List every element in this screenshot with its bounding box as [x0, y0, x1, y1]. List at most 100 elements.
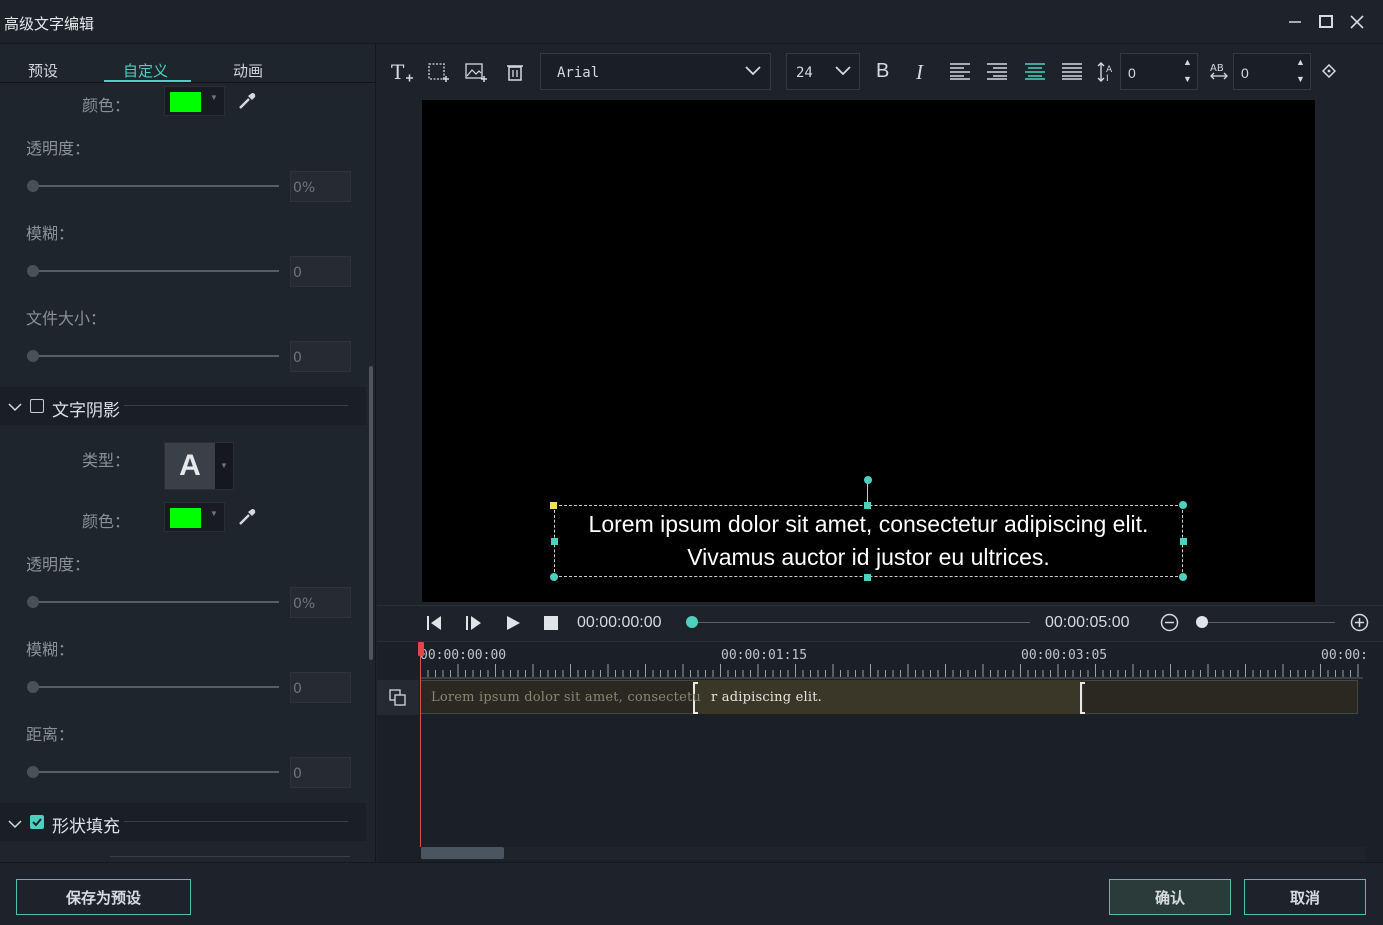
svg-text:I: I: [1106, 74, 1109, 83]
shape-fill-title: 形状填充: [52, 817, 120, 836]
spin-down-icon[interactable]: ▼: [1296, 74, 1305, 84]
svg-text:AB: AB: [1210, 63, 1224, 74]
shadow-distance-input[interactable]: 0: [290, 757, 351, 788]
step-back-icon[interactable]: [426, 615, 444, 631]
clip-trim-handle-right[interactable]: [1080, 682, 1085, 714]
eyedropper-icon[interactable]: [236, 90, 258, 115]
resize-handle[interactable]: [1179, 573, 1187, 581]
shadow-distance-slider-knob[interactable]: [27, 766, 39, 778]
playback-progress-knob[interactable]: [686, 616, 698, 628]
resize-handle[interactable]: [550, 573, 558, 581]
minimize-icon[interactable]: [1283, 10, 1307, 34]
add-shape-icon[interactable]: [426, 60, 450, 84]
playhead-marker[interactable]: [418, 642, 424, 656]
spin-up-icon[interactable]: ▲: [1296, 57, 1305, 67]
timeline-ruler[interactable]: [420, 642, 1363, 679]
maximize-icon[interactable]: [1314, 10, 1338, 34]
bold-button[interactable]: B: [876, 60, 889, 83]
fill-blur-slider-knob[interactable]: [27, 265, 39, 277]
trash-icon[interactable]: [503, 60, 527, 84]
shadow-opacity-input[interactable]: 0%: [290, 587, 351, 618]
current-time: 00:00:00:00: [577, 614, 662, 631]
anchor-handle[interactable]: [550, 502, 557, 509]
align-justify-icon[interactable]: [1061, 62, 1083, 83]
spin-up-icon[interactable]: ▲: [1183, 57, 1192, 67]
shadow-type-picker[interactable]: A ▼: [164, 442, 234, 490]
fill-blur-slider[interactable]: [32, 270, 279, 272]
track-header: [377, 680, 419, 715]
zoom-slider-knob[interactable]: [1196, 616, 1208, 628]
add-text-icon[interactable]: T: [390, 60, 414, 84]
keyframe-icon[interactable]: [1321, 63, 1337, 81]
text-track-icon: [389, 689, 407, 710]
font-size-slider-knob[interactable]: [27, 350, 39, 362]
shadow-blur-slider-knob[interactable]: [27, 681, 39, 693]
fill-blur-input[interactable]: 0: [290, 256, 351, 287]
total-time: 00:00:05:00: [1045, 614, 1130, 631]
shadow-opacity-slider-knob[interactable]: [27, 596, 39, 608]
fill-color-picker[interactable]: ▼: [164, 86, 225, 116]
ruler-label: 00:00:: [1321, 648, 1368, 663]
resize-handle[interactable]: [1179, 501, 1187, 509]
section-divider: [124, 405, 348, 406]
zoom-out-icon[interactable]: [1160, 613, 1179, 635]
confirm-button[interactable]: 确认: [1109, 879, 1231, 915]
panel-scrollbar[interactable]: [369, 366, 373, 660]
text-shadow-checkbox[interactable]: [30, 399, 44, 413]
shadow-distance-label: 距离：: [26, 727, 75, 744]
clip-label: r adipiscing elit.: [711, 690, 822, 705]
tab-preset[interactable]: 预设: [28, 60, 58, 81]
tab-animation[interactable]: 动画: [233, 60, 263, 81]
shadow-opacity-slider[interactable]: [32, 601, 279, 603]
font-size-input[interactable]: 0: [290, 341, 351, 372]
font-family-select[interactable]: Arial: [540, 53, 771, 90]
chevron-down-icon[interactable]: [8, 816, 22, 832]
char-spacing-input[interactable]: 0 ▲ ▼: [1233, 53, 1311, 90]
shadow-blur-slider[interactable]: [32, 686, 279, 688]
resize-handle[interactable]: [864, 502, 871, 509]
fill-opacity-input[interactable]: 0%: [290, 171, 351, 202]
add-image-icon[interactable]: [464, 60, 488, 84]
play-icon[interactable]: [505, 615, 521, 631]
resize-handle[interactable]: [864, 574, 871, 581]
chevron-down-icon[interactable]: [8, 399, 22, 415]
resize-handle[interactable]: [1180, 538, 1187, 545]
timeline-scrollbar-thumb[interactable]: [421, 847, 504, 859]
shadow-color-picker[interactable]: ▼: [164, 502, 225, 532]
shadow-blur-input[interactable]: 0: [290, 672, 351, 703]
zoom-in-icon[interactable]: [1350, 613, 1369, 635]
align-center-icon[interactable]: [1024, 62, 1046, 83]
fill-opacity-slider-knob[interactable]: [27, 180, 39, 192]
properties-panel: 预设 自定义 动画 颜色： ▼ 透明度： 0% 模糊： 0 文件大小： 0 文字…: [0, 44, 376, 862]
close-icon[interactable]: [1345, 10, 1369, 34]
align-right-icon[interactable]: [986, 62, 1008, 83]
fill-opacity-slider[interactable]: [32, 185, 279, 187]
align-left-icon[interactable]: [949, 62, 971, 83]
rotate-handle[interactable]: [864, 476, 872, 484]
line-spacing-icon: AI: [1097, 61, 1117, 86]
font-size-select[interactable]: 24: [786, 53, 860, 90]
timeline-horizontal-scrollbar[interactable]: [421, 847, 1365, 860]
chevron-down-icon: [745, 65, 761, 81]
italic-button[interactable]: I: [916, 60, 923, 85]
shape-fill-checkbox[interactable]: [30, 815, 44, 829]
font-size-slider[interactable]: [32, 355, 279, 357]
zoom-slider[interactable]: [1202, 622, 1335, 623]
shadow-distance-slider[interactable]: [32, 771, 279, 773]
cancel-button[interactable]: 取消: [1244, 879, 1366, 915]
save-as-preset-button[interactable]: 保存为预设: [16, 879, 191, 915]
step-forward-icon[interactable]: [465, 615, 483, 631]
line-spacing-value: 0: [1128, 65, 1136, 81]
fill-blur-label: 模糊：: [26, 226, 75, 243]
caption-line-1: Lorem ipsum dolor sit amet, consectetur …: [588, 511, 1149, 537]
chevron-down-icon: ▼: [210, 509, 218, 518]
line-spacing-input[interactable]: 0 ▲ ▼: [1120, 53, 1198, 90]
font-size-label: 文件大小：: [26, 311, 107, 328]
resize-handle[interactable]: [551, 538, 558, 545]
spin-down-icon[interactable]: ▼: [1183, 74, 1192, 84]
playback-progress-track[interactable]: [692, 622, 1030, 623]
section-divider: [124, 821, 348, 822]
tab-custom[interactable]: 自定义: [123, 60, 168, 81]
stop-icon[interactable]: [543, 615, 559, 631]
eyedropper-icon[interactable]: [236, 506, 258, 531]
